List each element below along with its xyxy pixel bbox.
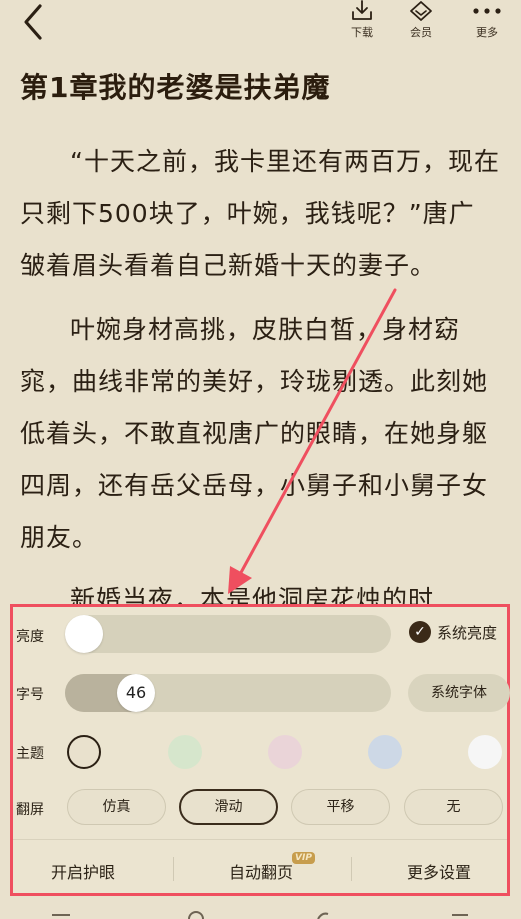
brightness-label: 亮度: [16, 629, 44, 645]
bottom-nav-partial: [52, 911, 468, 919]
theme-option-green[interactable]: [168, 735, 202, 769]
font-size-slider[interactable]: 46: [65, 674, 391, 712]
flip-option-translate[interactable]: 平移: [291, 789, 390, 825]
theme-option-white[interactable]: [468, 735, 502, 769]
more-dots-icon: [473, 8, 501, 14]
theme-label: 主题: [16, 746, 44, 762]
vip-label: 会员: [410, 26, 432, 39]
brightness-knob[interactable]: [65, 615, 103, 653]
more-settings-button[interactable]: 更多设置: [407, 859, 471, 883]
eye-protect-button[interactable]: 开启护眼: [51, 859, 115, 883]
vip-button[interactable]: 会员: [399, 0, 443, 44]
system-brightness-label: 系统亮度: [437, 623, 498, 642]
chevron-left-icon: [24, 4, 42, 40]
auto-flip-button[interactable]: 自动翻页: [229, 859, 293, 883]
flip-option-simulation[interactable]: 仿真: [67, 789, 166, 825]
diamond-icon: [410, 1, 432, 21]
font-size-knob[interactable]: 46: [117, 674, 155, 712]
chapter-title: 第1章我的老婆是扶弟魔: [20, 71, 331, 104]
paragraph: 叶婉身材高挑，皮肤白皙，身材窈窕，曲线非常的美好，玲珑剔透。此刻她低着头，不敢直…: [20, 315, 489, 552]
flip-option-none[interactable]: 无: [404, 789, 503, 825]
top-toolbar: 下载 会员 更多: [0, 0, 521, 48]
download-button[interactable]: 下载: [340, 0, 384, 44]
download-label: 下载: [351, 26, 373, 39]
back-button[interactable]: [16, 2, 52, 42]
more-label: 更多: [476, 26, 498, 39]
reader-settings-panel: 亮度 ✓ 系统亮度 字号 46 系统字体 主题 翻屏 仿真 滑动 平移 无 开启…: [10, 604, 510, 896]
brightness-slider[interactable]: [65, 615, 391, 653]
font-size-label: 字号: [16, 687, 44, 703]
flip-option-slide[interactable]: 滑动: [179, 789, 278, 825]
theme-option-blue[interactable]: [368, 735, 402, 769]
vip-badge: VIP: [292, 852, 315, 864]
divider: [173, 857, 174, 881]
page-flip-label: 翻屏: [16, 802, 44, 818]
divider: [13, 839, 507, 840]
system-brightness-toggle[interactable]: ✓ 系统亮度: [409, 619, 497, 645]
download-icon: [352, 0, 372, 20]
paragraph: “十天之前，我卡里还有两百万，现在只剩下500块了，叶婉，我钱呢？”唐广皱着眉头…: [20, 147, 500, 280]
chapter-content: “十天之前，我卡里还有两百万，现在只剩下500块了，叶婉，我钱呢？”唐广皱着眉头…: [20, 136, 500, 564]
check-icon: ✓: [409, 621, 431, 643]
system-font-button[interactable]: 系统字体: [408, 674, 510, 712]
theme-option-default[interactable]: [67, 735, 101, 769]
divider: [351, 857, 352, 881]
theme-option-pink[interactable]: [268, 735, 302, 769]
more-button[interactable]: 更多: [465, 0, 509, 44]
